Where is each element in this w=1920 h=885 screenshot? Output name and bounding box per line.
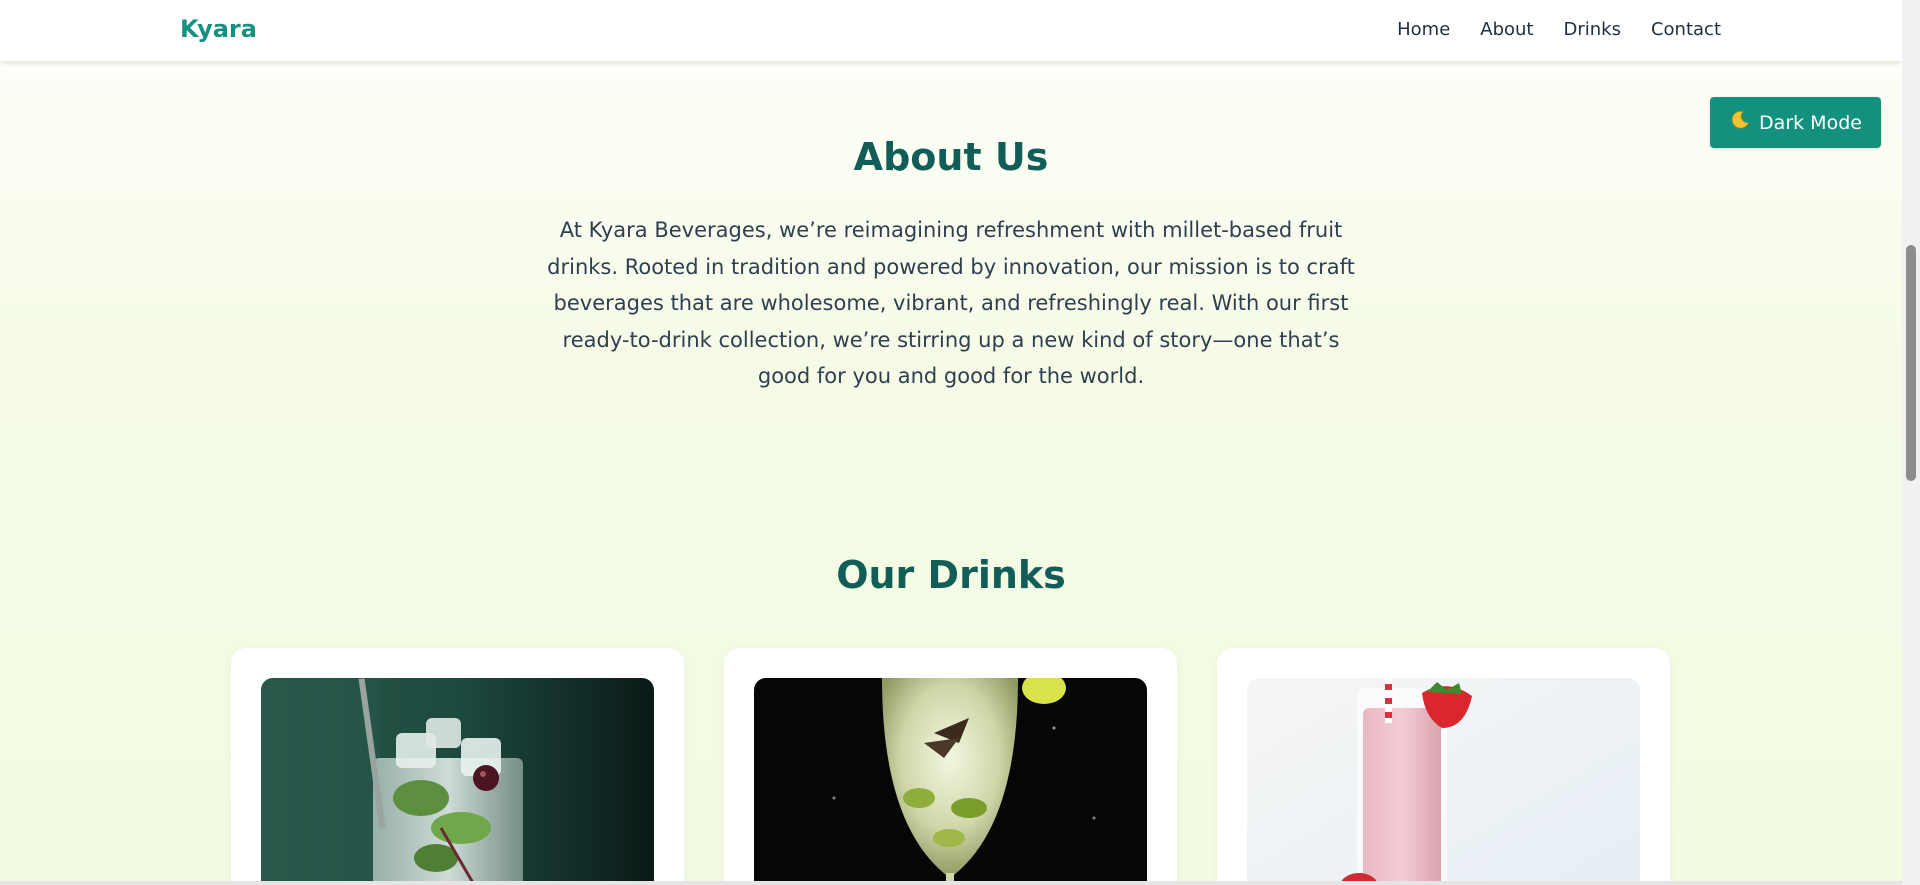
strawberry-smoothie-image [1247,678,1640,885]
scrollbar-thumb[interactable] [1906,245,1916,481]
mint-mojito-glass-image [261,678,654,885]
dark-mode-button[interactable]: Dark Mode [1710,97,1881,148]
moon-icon [1729,109,1751,136]
nav-link-drinks[interactable]: Drinks [1563,19,1620,40]
navbar: Kyara Home About Drinks Contact [0,0,1902,61]
about-paragraph: At Kyara Beverages, we’re reimagining re… [547,218,1355,388]
about-heading: About Us [853,135,1049,179]
page: Kyara Home About Drinks Contact Dark Mod… [0,0,1902,885]
horizontal-divider [0,881,1902,885]
vertical-scrollbar[interactable] [1902,0,1920,885]
nav-links: Home About Drinks Contact [1397,19,1721,40]
drinks-heading: Our Drinks [836,553,1066,597]
dark-mode-label: Dark Mode [1759,111,1862,134]
brand-logo[interactable]: Kyara [180,15,257,43]
drink-card[interactable] [724,648,1177,885]
nav-link-contact[interactable]: Contact [1651,19,1721,40]
drink-card[interactable] [1217,648,1670,885]
drink-card[interactable] [231,648,684,885]
nav-link-home[interactable]: Home [1397,19,1450,40]
lime-cocktail-glass-image [754,678,1147,885]
nav-link-about[interactable]: About [1480,19,1533,40]
